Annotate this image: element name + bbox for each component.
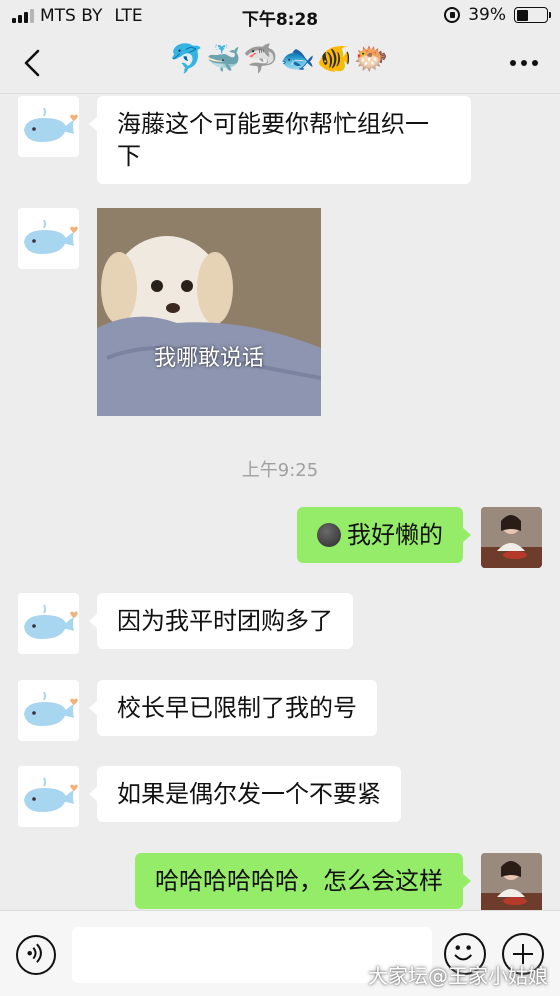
avatar[interactable]: [18, 766, 79, 827]
message-text: 哈哈哈哈哈哈，怎么会这样: [155, 867, 443, 895]
message-text: 因为我平时团购多了: [117, 607, 333, 635]
whale-avatar-icon: [18, 96, 79, 157]
message-bubble[interactable]: 校长早已限制了我的号: [89, 680, 377, 736]
avatar[interactable]: [481, 853, 542, 910]
message-text: 校长早已限制了我的号: [117, 694, 357, 722]
user-photo-avatar: [481, 853, 542, 910]
battery-icon: [514, 7, 551, 23]
message-bubble[interactable]: 因为我平时团购多了: [89, 593, 353, 649]
message-bubble[interactable]: 如果是偶尔发一个不要紧: [89, 766, 401, 822]
battery-percent: 39%: [468, 5, 506, 25]
message-text: 如果是偶尔发一个不要紧: [117, 780, 381, 808]
avatar[interactable]: [18, 593, 79, 654]
new-moon-face-icon: [317, 523, 341, 547]
message-text: 我好懒的: [347, 521, 443, 549]
nav-bar: 🐬🐳🦈🐟🐠🐡: [0, 32, 560, 94]
rotation-lock-icon: [444, 7, 461, 23]
timestamp: 上午9:25: [241, 460, 319, 481]
message-bubble[interactable]: 海藤这个可能要你帮忙组织一下: [89, 96, 471, 184]
chat-area[interactable]: 海藤这个可能要你帮忙组织一下 我哪敢说话 上午9:25 我好懒的 因为我平时团购…: [0, 94, 560, 910]
avatar[interactable]: [18, 680, 79, 741]
sticker-caption: 我哪敢说话: [153, 346, 264, 371]
avatar[interactable]: [481, 507, 542, 568]
whale-avatar-icon: [18, 208, 79, 269]
voice-button[interactable]: [16, 935, 56, 975]
chat-title: 🐬🐳🦈🐟🐠🐡: [169, 42, 391, 75]
status-right: 39%: [444, 5, 551, 25]
avatar[interactable]: [18, 96, 79, 157]
watermark: 大家坛@王家小姑娘: [368, 964, 548, 988]
avatar[interactable]: [18, 208, 79, 269]
puppy-image: [97, 208, 321, 416]
user-photo-avatar: [481, 507, 542, 568]
whale-avatar-icon: [18, 593, 79, 654]
voice-icon: [27, 943, 42, 963]
battery-fill: [516, 9, 528, 21]
whale-avatar-icon: [18, 680, 79, 741]
message-text: 海藤这个可能要你帮忙组织一下: [117, 110, 429, 170]
whale-avatar-icon: [18, 766, 79, 827]
puppy-sticker[interactable]: 我哪敢说话: [97, 208, 321, 416]
message-bubble[interactable]: 哈哈哈哈哈哈，怎么会这样: [135, 853, 471, 909]
more-dots-icon: [510, 60, 516, 66]
more-button[interactable]: [504, 46, 544, 80]
message-bubble[interactable]: 我好懒的: [297, 507, 471, 563]
status-bar: MTS BY LTE 下午8:28 39%: [0, 0, 560, 32]
